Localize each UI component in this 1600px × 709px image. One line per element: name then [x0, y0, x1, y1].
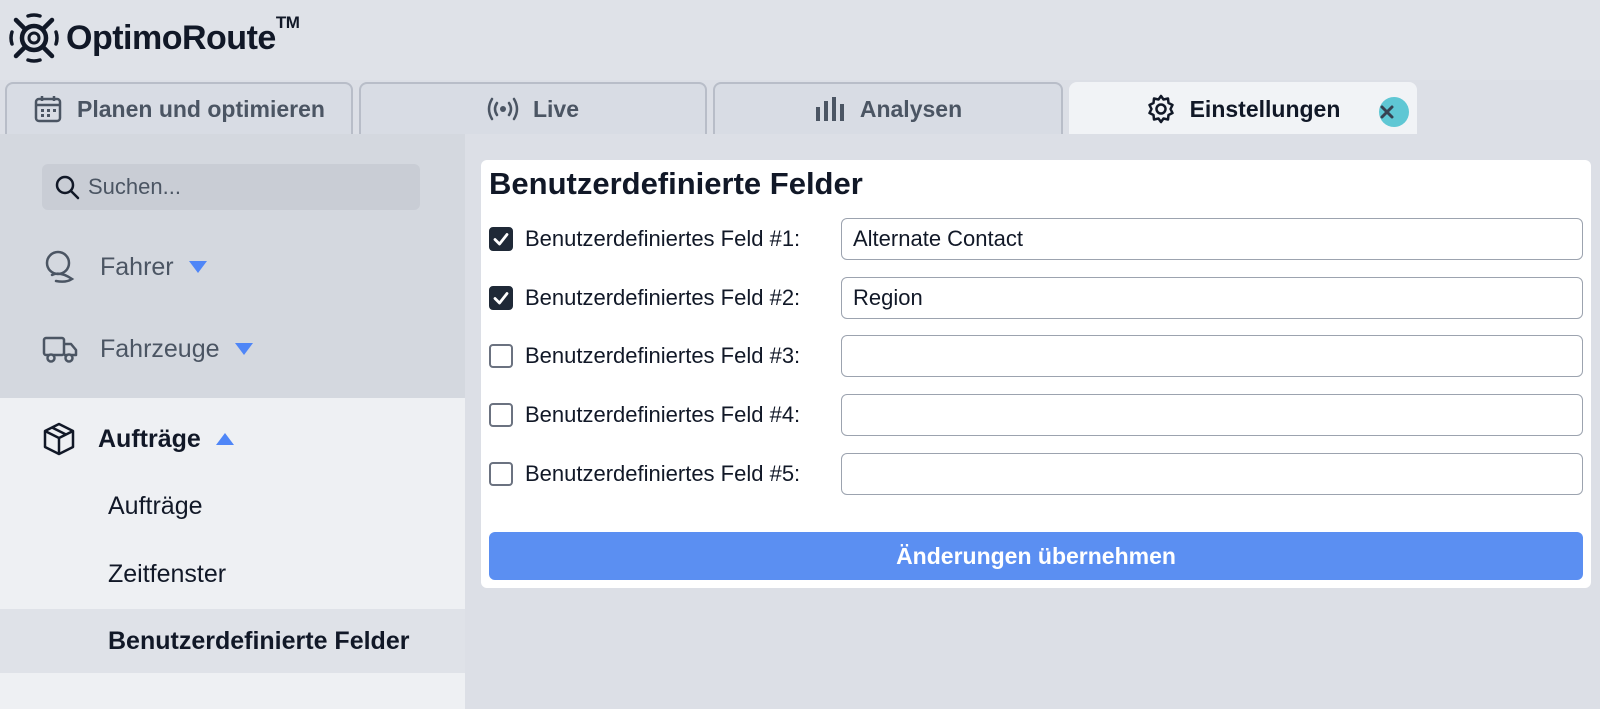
custom-field-2-input[interactable]: [841, 277, 1583, 319]
package-icon: [43, 422, 75, 456]
sidebar-item-auftraege[interactable]: Aufträge: [0, 398, 465, 480]
custom-field-row: Benutzerdefiniertes Feld #5:: [489, 453, 1583, 495]
custom-field-label: Benutzerdefiniertes Feld #1:: [525, 226, 801, 251]
tab-label: Planen und optimieren: [77, 95, 325, 122]
search-input[interactable]: [88, 174, 388, 200]
search-icon: [55, 175, 80, 200]
tab-planen-und-optimieren[interactable]: Planen und optimieren: [5, 82, 353, 134]
gear-icon: [1147, 94, 1174, 124]
broadcast-icon: [487, 97, 519, 121]
caret-down-icon: [234, 343, 253, 355]
custom-field-5-checkbox[interactable]: [489, 462, 513, 486]
tab-label: Live: [532, 95, 580, 122]
page-title: Benutzerdefinierte Felder: [489, 166, 863, 201]
bar-chart-icon: [815, 97, 844, 121]
app-name: OptimoRouteTM: [66, 13, 300, 57]
tab-label: Analysen: [859, 95, 963, 122]
truck-icon: [42, 336, 78, 363]
custom-fields-panel: Benutzerdefinierte Felder Benutzerdefini…: [481, 160, 1591, 588]
custom-field-2-checkbox[interactable]: [489, 286, 513, 310]
orders-submenu: Aufträge Aufträge Zeitfenster Benutzerde…: [0, 398, 465, 709]
sidebar-subitem-benutzerdefinierte-felder[interactable]: Benutzerdefinierte Felder: [0, 609, 465, 673]
custom-field-3-checkbox[interactable]: [489, 344, 513, 368]
custom-field-3-input[interactable]: [841, 335, 1583, 377]
app-logo[interactable]: OptimoRouteTM: [8, 8, 300, 68]
tab-live[interactable]: Live: [359, 82, 707, 134]
tab-analysen[interactable]: Analysen: [713, 82, 1063, 134]
custom-field-label: Benutzerdefiniertes Feld #3:: [525, 343, 801, 368]
sidebar-item-fahrzeuge[interactable]: Fahrzeuge: [0, 308, 465, 390]
sidebar-item-label: Aufträge: [98, 424, 201, 453]
custom-field-4-input[interactable]: [841, 394, 1583, 436]
sidebar-subitem-label: Zeitfenster: [108, 559, 227, 588]
checkmark-icon: [493, 292, 509, 305]
optimoroute-logo-icon: [9, 13, 59, 63]
app-header: OptimoRouteTM: [0, 0, 1600, 80]
custom-field-label: Benutzerdefiniertes Feld #2:: [525, 285, 801, 310]
caret-up-icon: [215, 433, 234, 445]
close-tab-button[interactable]: [1379, 97, 1409, 127]
custom-field-row: Benutzerdefiniertes Feld #3:: [489, 335, 1583, 377]
sidebar-search[interactable]: [42, 164, 420, 210]
tab-einstellungen[interactable]: Einstellungen: [1069, 82, 1417, 134]
checkmark-icon: [493, 233, 509, 246]
custom-field-row: Benutzerdefiniertes Feld #1:: [489, 218, 1583, 260]
main-tabs: Planen und optimieren Live Analysen Eins…: [0, 80, 1600, 134]
sidebar-item-fahrer[interactable]: Fahrer: [0, 226, 465, 308]
sidebar-subitem-auftraege[interactable]: Aufträge: [0, 474, 465, 538]
custom-field-label: Benutzerdefiniertes Feld #4:: [525, 402, 801, 427]
sidebar-item-label: Fahrer: [100, 252, 174, 281]
caret-down-icon: [188, 261, 207, 273]
sidebar-item-label: Fahrzeuge: [100, 334, 220, 363]
sidebar-subitem-zeitfenster[interactable]: Zeitfenster: [0, 542, 465, 606]
custom-field-1-input[interactable]: [841, 218, 1583, 260]
custom-field-4-checkbox[interactable]: [489, 403, 513, 427]
custom-field-1-checkbox[interactable]: [489, 227, 513, 251]
sidebar: Fahrer Fahrzeuge Aufträge Au: [0, 134, 465, 709]
custom-field-5-input[interactable]: [841, 453, 1583, 495]
sidebar-subitem-label: Aufträge: [108, 491, 203, 520]
custom-field-row: Benutzerdefiniertes Feld #4:: [489, 394, 1583, 436]
driver-icon: [45, 250, 75, 283]
close-icon: [1380, 105, 1394, 119]
custom-field-row: Benutzerdefiniertes Feld #2:: [489, 277, 1583, 319]
sidebar-subitem-label: Benutzerdefinierte Felder: [108, 626, 410, 655]
trademark: TM: [275, 13, 300, 33]
tab-label: Einstellungen: [1189, 95, 1341, 122]
apply-changes-button[interactable]: Änderungen übernehmen: [489, 532, 1583, 580]
custom-field-label: Benutzerdefiniertes Feld #5:: [525, 461, 801, 486]
calendar-icon: [34, 96, 62, 123]
